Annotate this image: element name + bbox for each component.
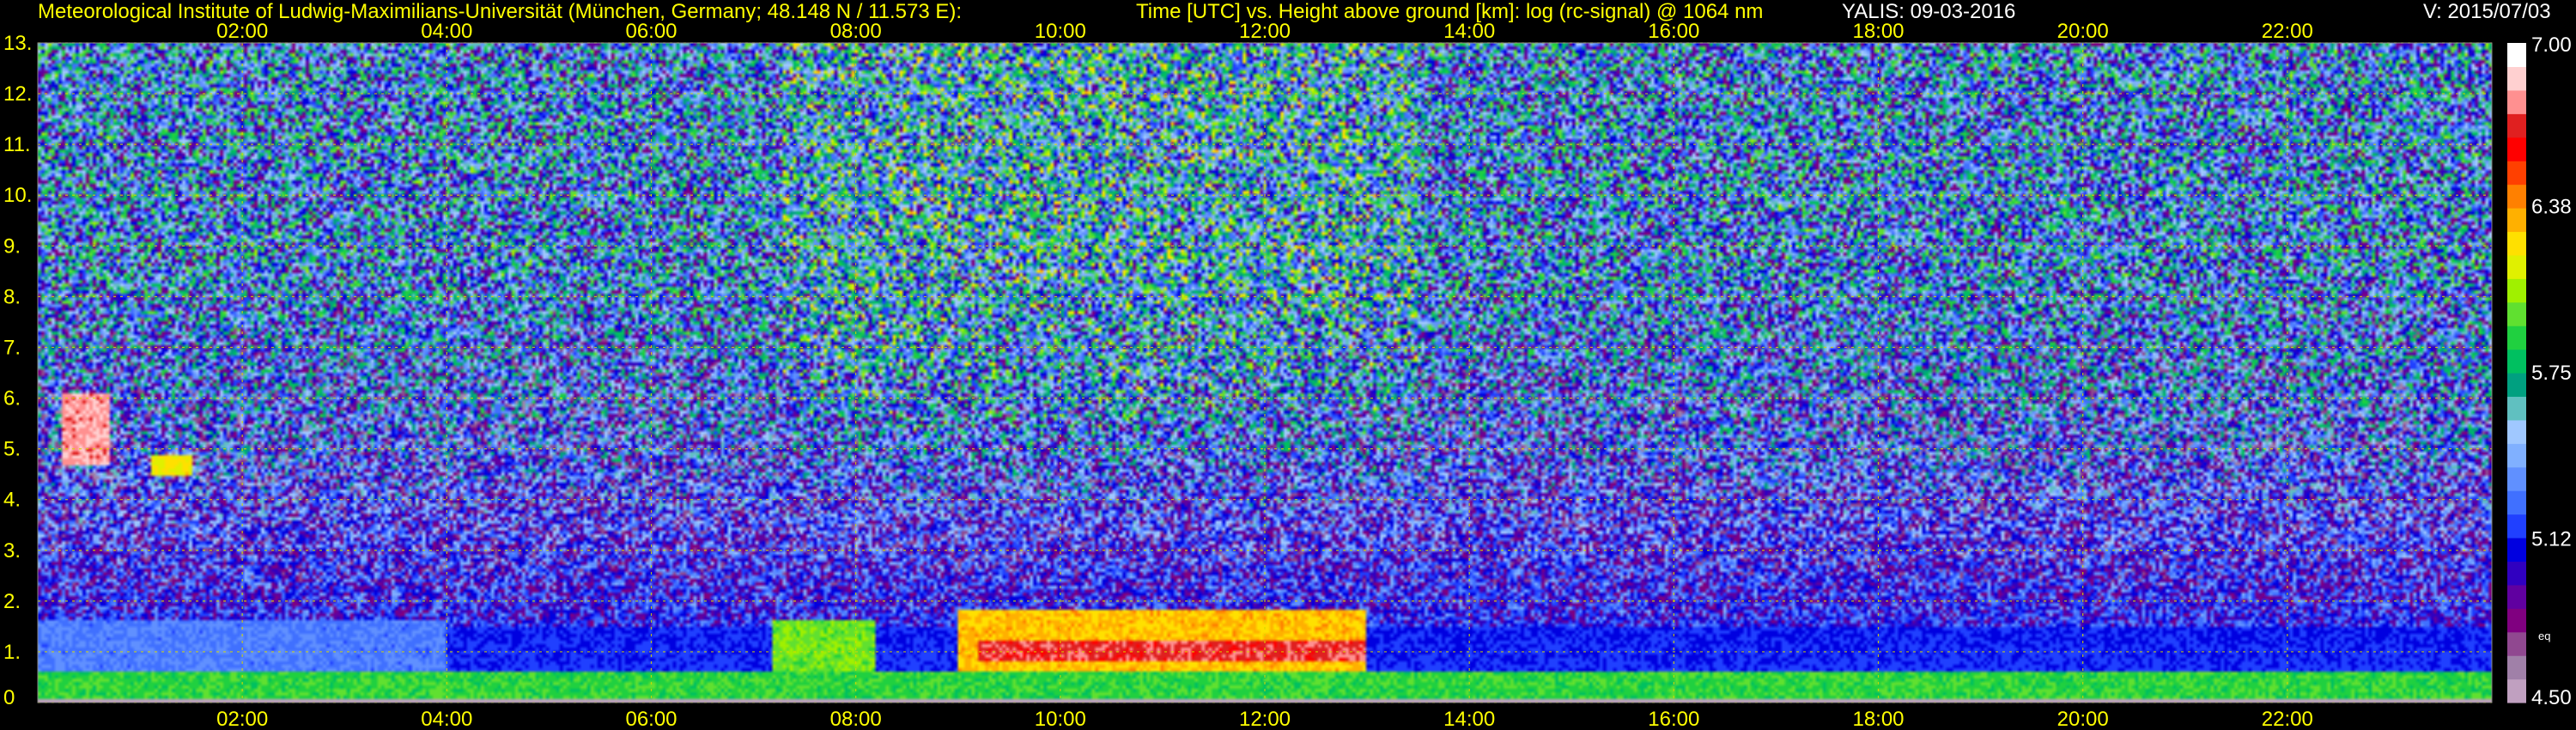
colorbar-swatch	[2507, 66, 2526, 91]
y-tick-label: 11.	[3, 133, 31, 156]
colorbar-swatch	[2507, 538, 2526, 563]
colorbar-swatch	[2507, 301, 2526, 326]
colorbar-swatch	[2507, 43, 2526, 68]
x-tick-label-bottom: 16:00	[1648, 708, 1699, 730]
colorbar: 7.00 6.38 5.75 5.12 4.50 eq	[2507, 33, 2572, 709]
colorbar-swatch	[2507, 208, 2526, 233]
x-tick-label-top: 08:00	[830, 20, 882, 43]
colorbar-label: 7.00	[2531, 33, 2572, 57]
y-tick-label: 12.	[3, 82, 32, 106]
y-tick-label: 2.	[3, 590, 21, 613]
x-tick-label-top: 06:00	[625, 20, 677, 43]
colorbar-swatch	[2507, 631, 2526, 656]
x-tick-label-bottom: 18:00	[1852, 708, 1904, 730]
x-tick-label-top: 20:00	[2057, 20, 2109, 43]
colorbar-swatch	[2507, 396, 2526, 421]
y-tick-label: 0	[3, 686, 15, 709]
lidar-chart: 02:00 04:00 06:00 08:00 10:00 12:00 14:00 16:00…	[3, 20, 2572, 730]
colorbar-swatch	[2507, 89, 2526, 114]
colorbar-swatch	[2507, 325, 2526, 350]
x-axis-top: 02:00 04:00 06:00 08:00 10:00 12:00 14:00 16:00…	[216, 20, 2313, 43]
x-tick-label-top: 22:00	[2262, 20, 2313, 43]
x-tick-label-top: 18:00	[1852, 20, 1904, 43]
colorbar-swatch	[2507, 514, 2526, 538]
y-tick-label: 5.	[3, 438, 21, 461]
colorbar-swatch	[2507, 466, 2526, 491]
x-tick-label-bottom: 02:00	[216, 708, 268, 730]
colorbar-swatch	[2507, 490, 2526, 515]
y-tick-label: 1.	[3, 641, 21, 664]
colorbar-label: 4.50	[2531, 686, 2572, 709]
colorbar-swatch	[2507, 137, 2526, 161]
colorbar-swatch	[2507, 373, 2526, 398]
y-tick-label: 13.	[3, 32, 32, 55]
colorbar-swatch	[2507, 254, 2526, 279]
colorbar-swatch	[2507, 349, 2526, 374]
x-tick-label-bottom: 20:00	[2057, 708, 2109, 730]
colorbar-swatch	[2507, 584, 2526, 609]
colorbar-swatch	[2507, 278, 2526, 303]
x-tick-label-bottom: 14:00	[1443, 708, 1495, 730]
y-tick-label: 3.	[3, 539, 21, 563]
colorbar-swatch	[2507, 608, 2526, 633]
x-tick-label-top: 10:00	[1035, 20, 1086, 43]
x-tick-label-top: 12:00	[1239, 20, 1291, 43]
x-tick-label-bottom: 04:00	[421, 708, 472, 730]
y-tick-label: 4.	[3, 489, 21, 512]
x-tick-label-top: 16:00	[1648, 20, 1699, 43]
y-tick-label: 7.	[3, 336, 21, 359]
colorbar-extra-label: eq	[2538, 630, 2550, 642]
x-tick-label-top: 02:00	[216, 20, 268, 43]
colorbar-swatch	[2507, 443, 2526, 468]
colorbar-label: 5.12	[2531, 528, 2572, 551]
x-tick-label-bottom: 12:00	[1239, 708, 1291, 730]
x-tick-label-top: 14:00	[1443, 20, 1495, 43]
x-tick-label-bottom: 08:00	[830, 708, 882, 730]
colorbar-label: 5.75	[2531, 362, 2572, 385]
colorbar-label: 6.38	[2531, 195, 2572, 218]
x-tick-label-bottom: 22:00	[2262, 708, 2313, 730]
colorbar-swatch	[2507, 678, 2526, 703]
x-axis-bottom: 02:00 04:00 06:00 08:00 10:00 12:00 14:00 16:00…	[216, 708, 2313, 730]
y-axis: 0 1. 2. 3. 4. 5. 6. 7. 8. 9. 10. 11. 12. 13.	[3, 32, 32, 709]
x-tick-label-bottom: 06:00	[625, 708, 677, 730]
colorbar-swatch	[2507, 561, 2526, 586]
colorbar-swatch	[2507, 419, 2526, 444]
colorbar-swatch	[2507, 655, 2526, 680]
colorbar-swatch	[2507, 113, 2526, 138]
colorbar-swatch	[2507, 184, 2526, 209]
colorbar-swatch	[2507, 231, 2526, 256]
y-tick-label: 9.	[3, 234, 21, 258]
y-tick-label: 10.	[3, 184, 32, 207]
y-tick-label: 6.	[3, 387, 21, 411]
colorbar-swatch	[2507, 161, 2526, 186]
x-tick-label-top: 04:00	[421, 20, 472, 43]
x-tick-label-bottom: 10:00	[1035, 708, 1086, 730]
y-tick-label: 8.	[3, 285, 21, 308]
